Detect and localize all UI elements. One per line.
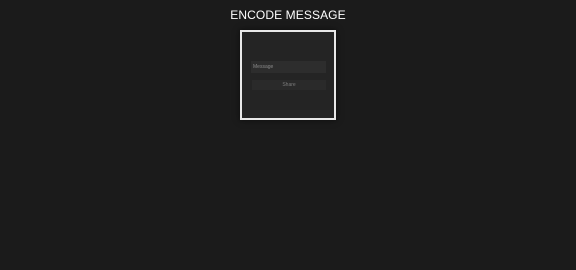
encode-card: Share (240, 30, 336, 120)
page-title: ENCODE MESSAGE (230, 8, 346, 22)
share-button[interactable]: Share (252, 80, 326, 90)
message-input[interactable] (251, 61, 326, 73)
